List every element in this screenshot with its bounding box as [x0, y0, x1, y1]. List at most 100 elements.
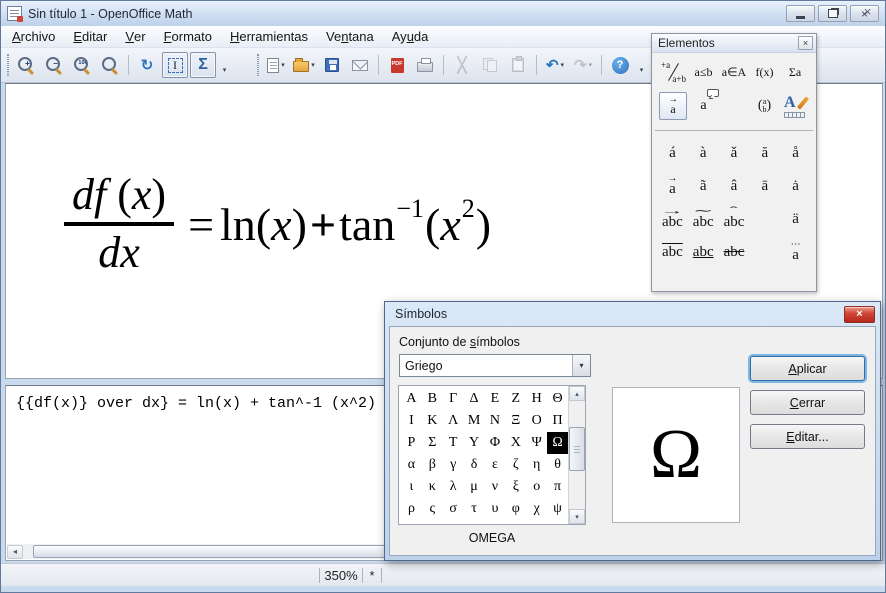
attribute-cell[interactable]: ∼abc	[688, 203, 719, 236]
symbol-cell-Ν[interactable]: Ν	[485, 410, 506, 432]
symbol-cell-Ρ[interactable]: Ρ	[401, 432, 422, 454]
attribute-cell[interactable]: ˆabc	[719, 203, 750, 236]
symbol-cell-δ[interactable]: δ	[464, 454, 485, 476]
symbol-cell-Λ[interactable]: Λ	[443, 410, 464, 432]
symbol-cell-ξ[interactable]: ξ	[505, 476, 526, 498]
symbol-cell-φ[interactable]: φ	[505, 498, 526, 520]
elements-category-functions[interactable]: f(x)	[751, 58, 779, 86]
symbol-cell-ζ[interactable]: ζ	[505, 454, 526, 476]
elements-category-brackets[interactable]: (ab)	[751, 92, 779, 120]
minimize-button[interactable]	[786, 5, 815, 22]
symbol-cell-η[interactable]: η	[526, 454, 547, 476]
symbol-cell-Χ[interactable]: Χ	[505, 432, 526, 454]
symbol-cell-ν[interactable]: ν	[485, 476, 506, 498]
scroll-down-icon[interactable]: ▾	[569, 509, 585, 524]
menu-ver[interactable]: Ver	[116, 26, 154, 47]
toolbar-new-document[interactable]: ▾	[263, 52, 289, 78]
toolbar-paste[interactable]	[505, 52, 531, 78]
elements-category-operators[interactable]: Σa	[781, 58, 809, 86]
toolbar-open[interactable]: ▾	[291, 52, 317, 78]
title-bar[interactable]: Sin título 1 - OpenOffice Math ×	[1, 1, 885, 26]
simbolos-close-icon[interactable]: ×	[844, 306, 875, 323]
symbol-cell-Φ[interactable]: Φ	[485, 432, 506, 454]
symbol-cell-Θ[interactable]: Θ	[547, 388, 568, 410]
menu-archivo[interactable]: Archivo	[3, 26, 64, 47]
symbol-cell-Ο[interactable]: Ο	[526, 410, 547, 432]
toolbar-save[interactable]	[319, 52, 345, 78]
symbol-cell-β[interactable]: β	[422, 454, 443, 476]
toolbar-toolbar-overflow[interactable]: ▾	[218, 52, 231, 78]
symbol-cell-Α[interactable]: Α	[401, 388, 422, 410]
symbol-cell-Δ[interactable]: Δ	[464, 388, 485, 410]
toolbar-print[interactable]	[412, 52, 438, 78]
attribute-cell[interactable]: ȧ	[780, 170, 811, 203]
scrollbar-track[interactable]	[569, 401, 585, 509]
attribute-cell[interactable]: á	[657, 137, 688, 170]
elements-category-relations[interactable]: a≤b	[690, 58, 718, 86]
attribute-cell[interactable]	[749, 203, 780, 236]
attribute-cell[interactable]: ⋯a	[780, 236, 811, 269]
attribute-cell[interactable]: abc	[657, 236, 688, 269]
command-text[interactable]: {{df(x)} over dx} = ln(x) + tan^-1 (x^2)	[16, 395, 376, 412]
attribute-cell[interactable]: ā	[749, 170, 780, 203]
scroll-up-icon[interactable]: ▴	[569, 386, 585, 401]
close-document-icon[interactable]: ×	[859, 3, 876, 20]
toolbar-zoom-out[interactable]: −	[41, 52, 67, 78]
symbol-cell-Ω[interactable]: Ω	[547, 432, 568, 454]
toolbar-symbols-catalog[interactable]: Σ	[190, 52, 216, 78]
menu-ayuda[interactable]: Ayuda	[383, 26, 438, 47]
attribute-cell[interactable]: à	[688, 137, 719, 170]
toolbar-help[interactable]: ?	[607, 52, 633, 78]
attribute-cell[interactable]: ă	[749, 137, 780, 170]
symbol-cell-Ψ[interactable]: Ψ	[526, 432, 547, 454]
attribute-cell[interactable]: â	[719, 170, 750, 203]
attribute-cell[interactable]: →a	[657, 170, 688, 203]
symbol-cell-υ[interactable]: υ	[485, 498, 506, 520]
symbol-cell-λ[interactable]: λ	[443, 476, 464, 498]
symbol-cell-τ[interactable]: τ	[464, 498, 485, 520]
attribute-cell[interactable]: abc	[688, 236, 719, 269]
symbol-cell-Υ[interactable]: Υ	[464, 432, 485, 454]
symbol-cell-Κ[interactable]: Κ	[422, 410, 443, 432]
toolbar-zoom-100[interactable]: 100	[69, 52, 95, 78]
combo-dropdown-icon[interactable]: ▾	[572, 355, 590, 376]
symbol-cell-μ[interactable]: μ	[464, 476, 485, 498]
symbol-cell-ψ[interactable]: ψ	[547, 498, 568, 520]
symbol-cell-κ[interactable]: κ	[422, 476, 443, 498]
toolbar-cut[interactable]: ╳	[449, 52, 475, 78]
restore-button[interactable]	[818, 5, 847, 22]
editar-button[interactable]: Editar...	[750, 424, 865, 449]
symbol-cell-χ[interactable]: χ	[526, 498, 547, 520]
symbol-set-select[interactable]: Griego ▾	[399, 354, 591, 377]
symbol-cell-σ[interactable]: σ	[443, 498, 464, 520]
elements-category-formats[interactable]: A	[781, 92, 809, 120]
symbol-cell-Μ[interactable]: Μ	[464, 410, 485, 432]
symbol-cell-Ε[interactable]: Ε	[485, 388, 506, 410]
symbol-cell-Ξ[interactable]: Ξ	[505, 410, 526, 432]
simbolos-title-bar[interactable]: Símbolos ×	[385, 302, 880, 326]
attribute-cell[interactable]: ã	[688, 170, 719, 203]
scroll-left-icon[interactable]: ◂	[7, 545, 23, 559]
symbol-cell-Τ[interactable]: Τ	[443, 432, 464, 454]
elements-category-attributes[interactable]: →a	[659, 92, 687, 120]
symbol-cell-ο[interactable]: ο	[526, 476, 547, 498]
aplicar-button[interactable]: Aplicar	[750, 356, 865, 381]
attribute-cell[interactable]: ä	[780, 203, 811, 236]
elements-category-set-operations[interactable]: a∈A	[720, 58, 748, 86]
symbol-cell-Β[interactable]: Β	[422, 388, 443, 410]
symbol-cell-ε[interactable]: ε	[485, 454, 506, 476]
elementos-close-icon[interactable]: ×	[798, 36, 813, 50]
symbol-cell-ρ[interactable]: ρ	[401, 498, 422, 520]
symbol-cell-Η[interactable]: Η	[526, 388, 547, 410]
symbol-cell-π[interactable]: π	[547, 476, 568, 498]
toolbar-zoom-in[interactable]: +	[13, 52, 39, 78]
symbol-cell-Σ[interactable]: Σ	[422, 432, 443, 454]
menu-herramientas[interactable]: Herramientas	[221, 26, 317, 47]
symbol-cell-Γ[interactable]: Γ	[443, 388, 464, 410]
menu-editar[interactable]: Editar	[64, 26, 116, 47]
toolbar-formula-cursor[interactable]: I	[162, 52, 188, 78]
menu-formato[interactable]: Formato	[155, 26, 221, 47]
elementos-title-bar[interactable]: Elementos ×	[652, 34, 816, 53]
menu-ventana[interactable]: Ventana	[317, 26, 383, 47]
attribute-cell[interactable]: å	[780, 137, 811, 170]
